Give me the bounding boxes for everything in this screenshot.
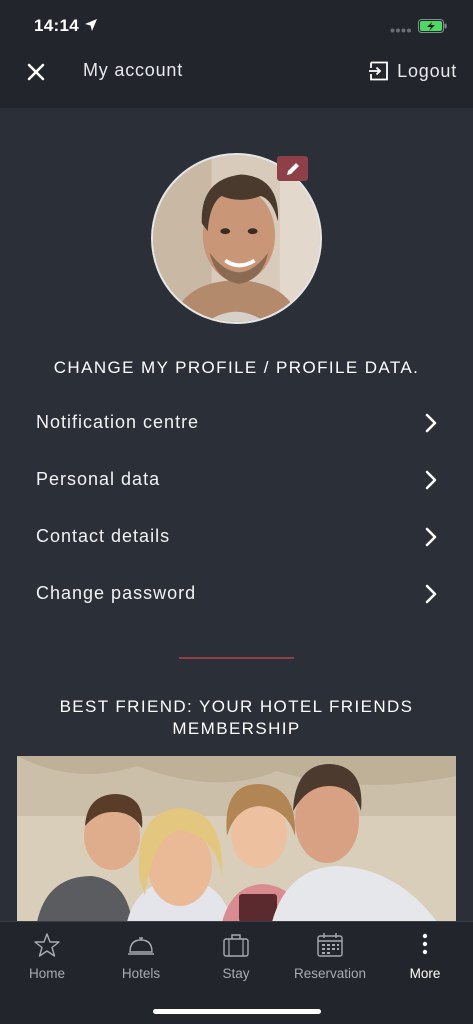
profile-section-heading: CHANGE MY PROFILE / PROFILE DATA. — [53, 358, 420, 377]
menu-item-personal-data[interactable]: Personal data — [0, 451, 473, 508]
section-divider — [179, 657, 294, 659]
menu-item-label: Notification centre — [36, 412, 200, 432]
membership-banner-image[interactable] — [17, 756, 456, 922]
location-arrow-icon — [85, 19, 97, 31]
logout-button[interactable]: Logout — [369, 58, 457, 84]
tab-label: More — [409, 966, 441, 981]
page-title: My account — [83, 60, 184, 80]
tab-reservation[interactable]: Reservation — [283, 922, 377, 984]
bottom-tab-bar: Home Hotels Stay Reservation More — [0, 921, 473, 1024]
home-indicator — [153, 1009, 321, 1014]
star-icon — [34, 933, 60, 957]
tab-home[interactable]: Home — [0, 922, 94, 984]
tab-more[interactable]: More — [378, 922, 472, 984]
calendar-icon — [317, 933, 343, 957]
menu-item-notification-centre[interactable]: Notification centre — [0, 394, 473, 451]
tab-label: Stay — [222, 966, 250, 981]
edit-avatar-button[interactable] — [277, 156, 308, 181]
logout-label: Logout — [397, 60, 457, 81]
tab-label: Hotels — [121, 966, 161, 981]
pencil-icon — [286, 162, 299, 175]
family-photo — [17, 756, 456, 922]
menu-item-change-password[interactable]: Change password — [0, 565, 473, 622]
bell-icon — [128, 937, 154, 955]
best-friend-heading-line2: MEMBERSHIP — [172, 719, 301, 738]
status-bar: 14:14 — [0, 0, 473, 50]
battery-charging-icon — [418, 19, 447, 33]
signal-icon — [390, 28, 411, 33]
menu-item-label: Contact details — [36, 526, 171, 546]
menu-item-label: Personal data — [36, 469, 161, 489]
tab-stay[interactable]: Stay — [189, 922, 283, 984]
best-friend-heading-line1: BEST FRIEND: YOUR HOTEL FRIENDS — [59, 697, 414, 716]
close-icon[interactable] — [22, 58, 50, 86]
chevron-right-icon — [425, 527, 437, 546]
more-vertical-icon — [422, 933, 428, 955]
tab-label: Home — [28, 966, 65, 981]
chevron-right-icon — [425, 584, 437, 603]
status-time: 14:14 — [34, 16, 79, 35]
profile-menu: Notification centre Personal data Contac… — [0, 394, 473, 622]
tab-hotels[interactable]: Hotels — [94, 922, 188, 984]
best-friend-heading: BEST FRIEND: YOUR HOTEL FRIENDS MEMBERSH… — [0, 696, 473, 740]
tab-label: Reservation — [293, 966, 367, 981]
logout-icon — [369, 61, 389, 81]
app-header: My account Logout — [0, 50, 473, 108]
menu-item-label: Change password — [36, 583, 197, 603]
menu-item-contact-details[interactable]: Contact details — [0, 508, 473, 565]
chevron-right-icon — [425, 413, 437, 432]
chevron-right-icon — [425, 470, 437, 489]
suitcase-icon — [223, 934, 249, 957]
